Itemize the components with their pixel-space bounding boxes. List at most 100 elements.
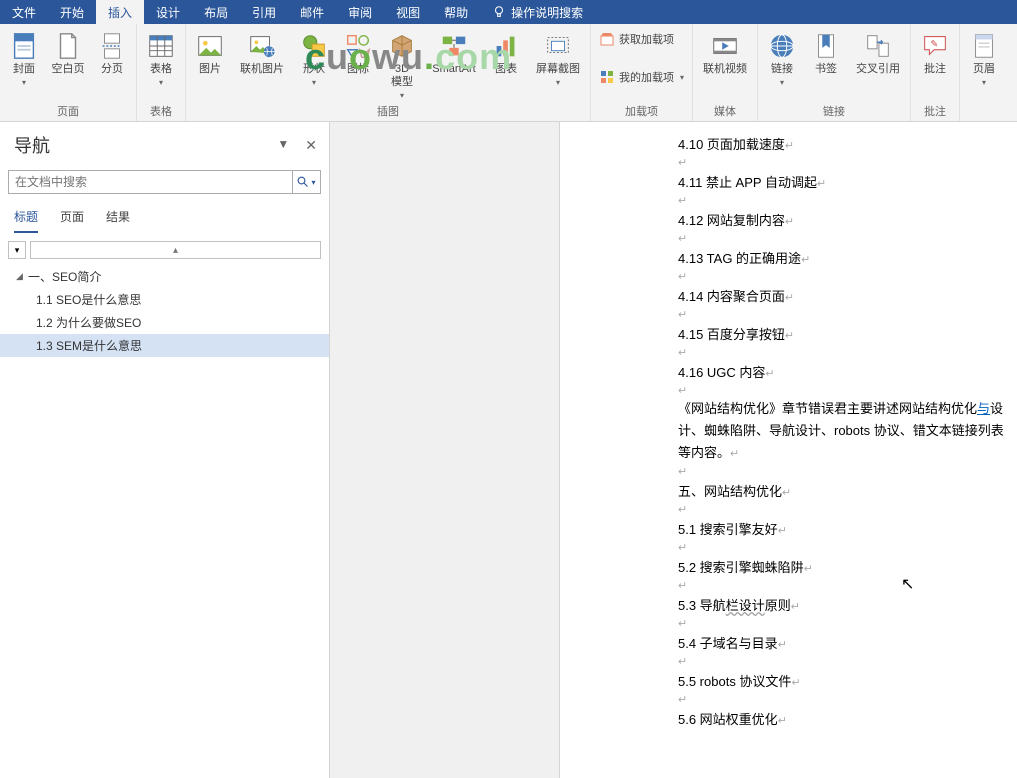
link-button[interactable]: 链接▾ (762, 27, 802, 87)
bookmark-label: 书签 (815, 63, 837, 76)
tab-layout[interactable]: 布局 (192, 0, 240, 24)
tab-references[interactable]: 引用 (240, 0, 288, 24)
cover-page-label: 封面 (13, 63, 35, 76)
tab-mailings[interactable]: 邮件 (288, 0, 336, 24)
group-header: 页眉▾ (960, 24, 1008, 121)
online-picture-button[interactable]: 联机图片 (234, 27, 290, 76)
nav-tree-options[interactable]: ▾ (8, 241, 26, 259)
comment-button[interactable]: ✎ 批注 (915, 27, 955, 76)
cover-page-button[interactable]: 封面▾ (4, 27, 44, 87)
bookmark-icon (811, 31, 841, 61)
tab-help[interactable]: 帮助 (432, 0, 480, 24)
nav-search-input[interactable] (9, 171, 292, 193)
group-comments: ✎ 批注 批注 (911, 24, 960, 121)
header-label: 页眉 (973, 63, 995, 76)
doc-heading: 4.11 禁止 APP 自动调起↵ (678, 170, 1005, 193)
addins-icon (599, 69, 615, 85)
tree-item-root[interactable]: ◢一、SEO简介 (0, 265, 329, 288)
picture-button[interactable]: 图片 (190, 27, 230, 76)
3d-model-button[interactable]: 3D 模型▾ (382, 27, 422, 100)
store-icon (599, 31, 615, 47)
cover-page-icon (9, 31, 39, 61)
link-icon (767, 31, 797, 61)
smartart-button[interactable]: SmartArt (426, 27, 482, 76)
nav-tab-pages[interactable]: 页面 (60, 208, 84, 233)
icons-icon (343, 31, 373, 61)
icons-button[interactable]: 图标 (338, 27, 378, 76)
nav-search-box: ▾ (8, 170, 321, 194)
table-button[interactable]: 表格▾ (141, 27, 181, 87)
svg-text:✎: ✎ (930, 39, 938, 49)
bookmark-button[interactable]: 书签 (806, 27, 846, 76)
tab-insert[interactable]: 插入 (96, 0, 144, 24)
nav-tree: ◢一、SEO简介 1.1 SEO是什么意思 1.2 为什么要做SEO 1.3 S… (0, 263, 329, 359)
screenshot-button[interactable]: 屏幕截图▾ (530, 27, 586, 87)
tree-item[interactable]: 1.2 为什么要做SEO (0, 311, 329, 334)
nav-collapse-all[interactable]: ▴ (30, 241, 321, 259)
video-icon (710, 31, 740, 61)
document-page[interactable]: 4.10 页面加载速度↵ ↵ 4.11 禁止 APP 自动调起↵ ↵ 4.12 … (560, 122, 1017, 740)
shapes-button[interactable]: 形状▾ (294, 27, 334, 87)
shapes-label: 形状 (303, 63, 325, 76)
doc-heading: 4.16 UGC 内容↵ (678, 360, 1005, 383)
group-media-label: 媒体 (697, 101, 753, 121)
navigation-pane: 导航 ▼ ✕ ▾ 标题 页面 结果 ▾ ▴ ◢一、SEO简介 1.1 SEO是什… (0, 122, 330, 778)
tell-me-search[interactable]: 操作说明搜索 (480, 0, 595, 24)
get-addins-label: 获取加载项 (619, 31, 674, 47)
shapes-icon (299, 31, 329, 61)
search-icon (297, 176, 309, 188)
group-pages: 封面▾ 空白页 分页 页面 (0, 24, 137, 121)
blank-page-button[interactable]: 空白页 (48, 27, 88, 76)
group-addins-label: 加载项 (595, 101, 688, 121)
tree-item-label: 一、SEO简介 (28, 268, 101, 285)
tab-design[interactable]: 设计 (144, 0, 192, 24)
doc-heading: 5.3 导航栏设计原则↵ (678, 593, 1005, 616)
tell-me-label: 操作说明搜索 (511, 4, 583, 21)
ribbon: 封面▾ 空白页 分页 页面 表格▾ 表格 图片 (0, 24, 1017, 122)
crossref-label: 交叉引用 (856, 63, 900, 76)
chart-button[interactable]: 图表 (486, 27, 526, 76)
tree-item-label: 1.2 为什么要做SEO (36, 314, 141, 331)
tab-home[interactable]: 开始 (48, 0, 96, 24)
screenshot-icon (543, 31, 573, 61)
group-media: 联机视频 媒体 (693, 24, 758, 121)
doc-paragraph: 《网站结构优化》章节错误君主要讲述网站结构优化与设计、蜘蛛陷阱、导航设计、rob… (678, 398, 1005, 464)
picture-icon (195, 31, 225, 61)
doc-heading: 4.12 网站复制内容↵ (678, 208, 1005, 231)
doc-heading: 4.14 内容聚合页面↵ (678, 284, 1005, 307)
tree-item[interactable]: 1.1 SEO是什么意思 (0, 288, 329, 311)
icons-label: 图标 (347, 63, 369, 76)
header-button[interactable]: 页眉▾ (964, 27, 1004, 87)
tree-item[interactable]: 1.3 SEM是什么意思 (0, 334, 329, 357)
chart-icon (491, 31, 521, 61)
tab-review[interactable]: 审阅 (336, 0, 384, 24)
nav-dropdown-button[interactable]: ▼ (277, 137, 289, 154)
crossref-button[interactable]: 交叉引用 (850, 27, 906, 76)
doc-heading: 5.1 搜索引擎友好↵ (678, 517, 1005, 540)
blank-page-label: 空白页 (52, 63, 85, 76)
table-label: 表格 (150, 63, 172, 76)
doc-heading: 5.4 子域名与目录↵ (678, 631, 1005, 654)
tab-file[interactable]: 文件 (0, 0, 48, 24)
nav-tab-headings[interactable]: 标题 (14, 208, 38, 233)
get-addins-button[interactable]: 获取加载项 (595, 29, 688, 49)
group-comments-label: 批注 (915, 101, 955, 121)
online-picture-icon (247, 31, 277, 61)
my-addins-button[interactable]: 我的加载项 ▾ (595, 67, 688, 87)
page-break-button[interactable]: 分页 (92, 27, 132, 76)
group-illustrations: 图片 联机图片 形状▾ 图标 3D 模型▾ SmartArt (186, 24, 591, 121)
doc-heading: 4.13 TAG 的正确用途↵ (678, 246, 1005, 269)
screenshot-label: 屏幕截图 (536, 63, 580, 76)
link-label: 链接 (771, 63, 793, 76)
doc-heading: 5.2 搜索引擎蜘蛛陷阱↵ (678, 555, 1005, 578)
comment-icon: ✎ (920, 31, 950, 61)
tab-view[interactable]: 视图 (384, 0, 432, 24)
ruler-margin (330, 122, 560, 778)
smartart-label: SmartArt (432, 63, 475, 76)
online-video-button[interactable]: 联机视频 (697, 27, 753, 76)
nav-tab-results[interactable]: 结果 (106, 208, 130, 233)
nav-close-button[interactable]: ✕ (305, 137, 317, 154)
nav-search-button[interactable]: ▾ (292, 171, 320, 193)
group-illustrations-label: 插图 (190, 101, 586, 121)
my-addins-label: 我的加载项 (619, 69, 674, 85)
